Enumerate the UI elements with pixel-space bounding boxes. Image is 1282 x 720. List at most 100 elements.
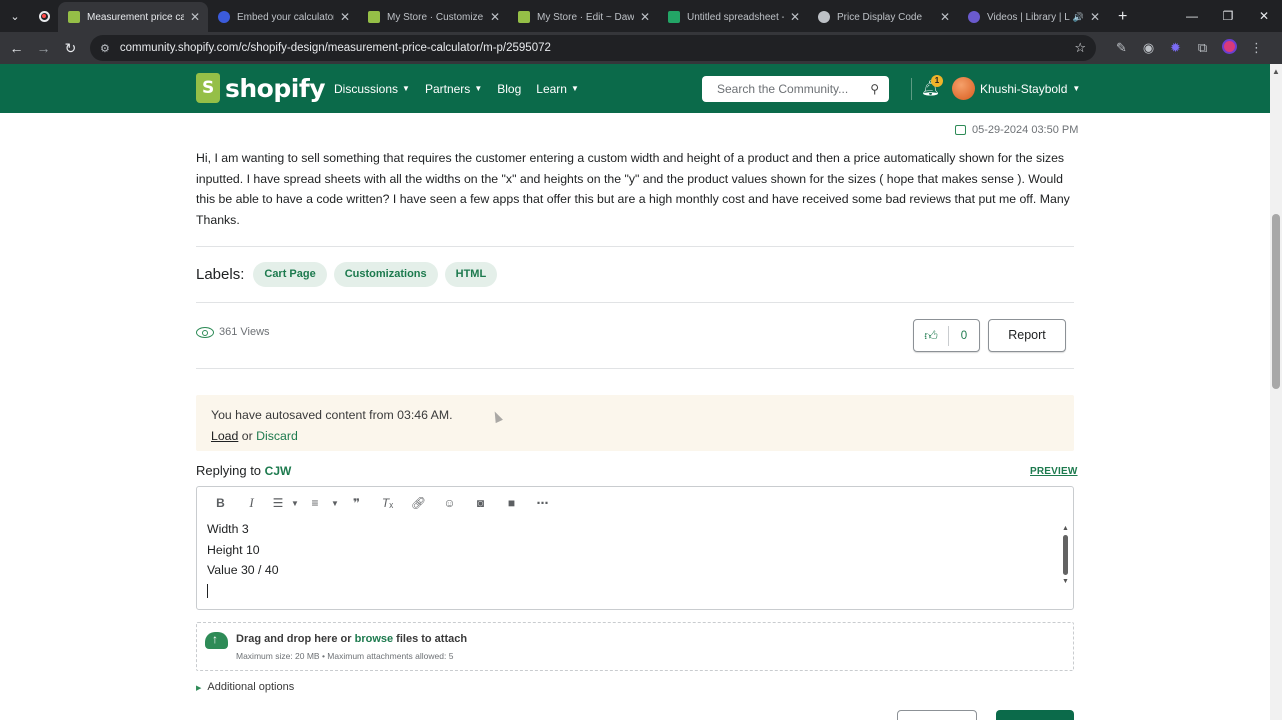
editor-line: Width 3: [207, 522, 249, 536]
editor-line: Height 10: [207, 542, 260, 557]
editor-content[interactable]: Width 3 Height 10 Value 30 / 40: [207, 519, 279, 599]
browser-tab[interactable]: Videos | Library | Lo 🔊 ✕: [958, 2, 1108, 32]
shopify-bag-icon: [196, 73, 220, 103]
like-button[interactable]: 👍︎ 0: [913, 319, 980, 352]
back-arrow-icon[interactable]: ←: [3, 40, 30, 56]
speaker-icon[interactable]: 🔊: [1073, 12, 1084, 23]
chevron-down-icon[interactable]: ▼: [289, 499, 301, 508]
camera-icon[interactable]: ◙: [465, 496, 496, 510]
label-chip[interactable]: Cart Page: [253, 262, 327, 287]
restore-icon[interactable]: ❐: [1210, 9, 1246, 23]
label-chip[interactable]: HTML: [444, 262, 498, 287]
header-divider: [911, 78, 912, 100]
scrollbar-thumb[interactable]: [1063, 535, 1068, 575]
scrollbar-thumb[interactable]: [1272, 214, 1280, 389]
browser-tab[interactable]: My Store · Customize D ✕: [358, 2, 508, 32]
browser-tab[interactable]: Untitled spreadsheet - G ✕: [658, 2, 808, 32]
camera-extension-icon[interactable]: ◉: [1135, 40, 1162, 56]
nav-blog[interactable]: Blog: [497, 82, 521, 96]
gear-extension-icon[interactable]: ✹: [1162, 40, 1189, 56]
nav-label: Learn: [536, 81, 567, 96]
address-bar[interactable]: ⚙ community.shopify.com/c/shopify-design…: [90, 35, 1096, 61]
search-icon[interactable]: ⚲: [870, 82, 879, 96]
page-scrollbar[interactable]: ▲: [1270, 64, 1282, 720]
shopify-logo[interactable]: shopify: [196, 73, 326, 103]
report-button[interactable]: Report: [988, 319, 1066, 352]
italic-icon[interactable]: I: [236, 495, 267, 511]
reply-recipient-link[interactable]: CJW: [265, 464, 292, 478]
puzzle-extensions-icon[interactable]: ⧉: [1189, 40, 1216, 56]
close-window-icon[interactable]: ✕: [1246, 9, 1282, 23]
primary-button[interactable]: [996, 710, 1074, 720]
pen-extension-icon[interactable]: ✎: [1108, 40, 1135, 56]
browser-tab[interactable]: Measurement price calcu ✕: [58, 2, 208, 32]
chevron-down-icon[interactable]: ▼: [329, 499, 341, 508]
bullet-list-icon[interactable]: ☰: [267, 496, 289, 510]
blockquote-icon[interactable]: ❞: [341, 496, 372, 510]
discard-link[interactable]: Discard: [256, 429, 298, 443]
additional-options-toggle[interactable]: ▶ Additional options: [196, 681, 294, 693]
close-tab-icon[interactable]: ✕: [190, 10, 200, 24]
community-search-input[interactable]: Search the Community... ⚲: [702, 76, 889, 102]
bookmark-star-icon[interactable]: ☆: [1074, 40, 1086, 56]
tab-title: Untitled spreadsheet - G: [687, 11, 784, 23]
numbered-list-icon[interactable]: ≡: [301, 496, 329, 510]
clear-formatting-icon[interactable]: Tₓ: [372, 496, 403, 510]
divider: [196, 368, 1074, 369]
user-name: Khushi-Staybold: [980, 81, 1068, 96]
preview-link[interactable]: PREVIEW: [1030, 466, 1078, 477]
scroll-up-arrow-icon[interactable]: ▲: [1272, 67, 1280, 76]
attachment-limits: Maximum size: 20 MB • Maximum attachment…: [236, 651, 454, 661]
editor-scrollbar[interactable]: ▲ ▼: [1061, 525, 1070, 597]
like-count: 0: [960, 329, 968, 342]
calendar-icon: [955, 125, 966, 135]
close-tab-icon[interactable]: ✕: [340, 10, 350, 24]
caret-right-icon: ▶: [196, 685, 202, 692]
bold-icon[interactable]: B: [205, 496, 236, 510]
site-info-icon[interactable]: ⚙: [100, 42, 110, 55]
recording-icon[interactable]: [30, 0, 58, 32]
close-tab-icon[interactable]: ✕: [940, 10, 950, 24]
labels-row: Labels: Cart Page Customizations HTML: [196, 262, 504, 287]
label-chip[interactable]: Customizations: [333, 262, 438, 287]
file-dropzone[interactable]: Drag and drop here or browse files to at…: [196, 622, 1074, 671]
kebab-menu-icon[interactable]: ⋮: [1243, 40, 1270, 56]
tab-search-chevron-icon[interactable]: ⌄: [0, 0, 30, 32]
browser-tab[interactable]: My Store · Edit ~ Dawn ✕: [508, 2, 658, 32]
reload-icon[interactable]: ↻: [57, 40, 84, 57]
scroll-down-arrow-icon[interactable]: ▼: [1061, 578, 1070, 585]
logo-text: shopify: [225, 73, 326, 103]
close-tab-icon[interactable]: ✕: [1090, 10, 1100, 24]
nav-learn[interactable]: Learn ▼: [536, 82, 579, 96]
link-icon[interactable]: 🔗︎: [403, 496, 434, 510]
dropzone-suffix: files to attach: [396, 633, 468, 645]
emoji-icon[interactable]: ☺: [434, 496, 465, 510]
forward-arrow-icon[interactable]: →: [30, 40, 57, 56]
video-icon[interactable]: ■: [496, 496, 527, 510]
load-link[interactable]: Load: [211, 429, 238, 443]
view-count: 361 Views: [196, 326, 270, 338]
close-tab-icon[interactable]: ✕: [490, 10, 500, 24]
profile-avatar-icon[interactable]: [1216, 39, 1243, 57]
main-nav: Discussions ▼ Partners ▼ Blog Learn ▼: [334, 64, 594, 113]
nav-partners[interactable]: Partners ▼: [425, 82, 482, 96]
browser-tab[interactable]: Price Display Code ✕: [808, 2, 958, 32]
close-tab-icon[interactable]: ✕: [790, 10, 800, 24]
minimize-icon[interactable]: —: [1174, 9, 1210, 23]
notification-badge: 1: [931, 75, 943, 87]
replying-prefix: Replying to: [196, 463, 262, 478]
reply-editor[interactable]: B I ☰ ▼ ≡ ▼ ❞ Tₓ 🔗︎ ☺ ◙ ■ ⋯ Width 3 Heig…: [196, 486, 1074, 610]
tab-title: Videos | Library | Lo: [987, 11, 1070, 23]
user-menu[interactable]: Khushi-Staybold ▼: [952, 77, 1080, 100]
browse-link[interactable]: browse: [355, 633, 394, 645]
close-tab-icon[interactable]: ✕: [640, 10, 650, 24]
more-options-icon[interactable]: ⋯: [527, 496, 558, 510]
nav-discussions[interactable]: Discussions ▼: [334, 82, 410, 96]
secondary-button[interactable]: [897, 710, 977, 720]
thumbs-up-icon: 👍︎: [914, 325, 949, 346]
new-tab-button[interactable]: +: [1108, 8, 1137, 32]
scroll-up-arrow-icon[interactable]: ▲: [1061, 525, 1070, 532]
autosave-notice: You have autosaved content from 03:46 AM…: [196, 395, 1074, 451]
browser-tab[interactable]: Embed your calculator - ✕: [208, 2, 358, 32]
post-body: Hi, I am wanting to sell something that …: [196, 151, 1070, 228]
